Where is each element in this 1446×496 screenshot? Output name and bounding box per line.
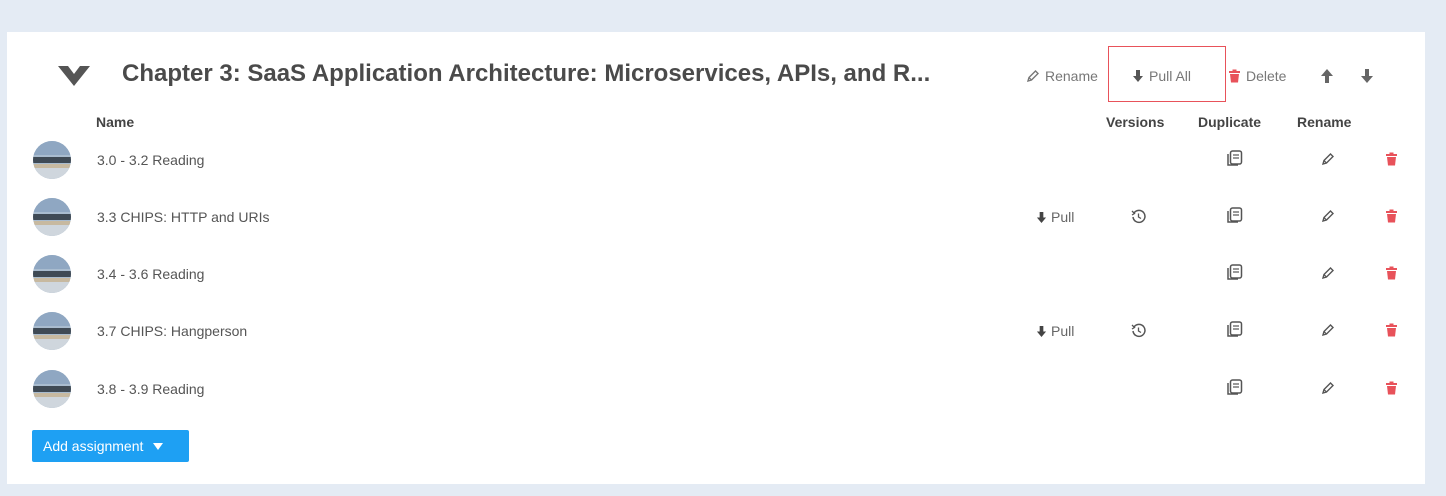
arrow-down-icon [1133,70,1143,82]
pull-button[interactable]: Pull [1036,323,1074,339]
assignment-name[interactable]: 3.4 - 3.6 Reading [97,266,204,282]
pull-all-label: Pull All [1149,68,1192,84]
assignment-row: 3.4 - 3.6 Reading [0,255,1446,299]
assignment-name[interactable]: 3.0 - 3.2 Reading [97,152,204,168]
add-assignment-button[interactable]: Add assignment [32,430,189,462]
trash-icon[interactable] [1385,381,1398,395]
arrow-down-icon[interactable] [1360,68,1374,84]
column-header-versions: Versions [1106,114,1165,130]
assignment-name[interactable]: 3.8 - 3.9 Reading [97,381,204,397]
assignment-name[interactable]: 3.3 CHIPS: HTTP and URIs [97,209,269,225]
pencil-icon[interactable] [1321,381,1335,395]
caret-down-icon [153,442,164,450]
trash-icon[interactable] [1385,209,1398,223]
trash-icon[interactable] [1385,266,1398,280]
pull-button[interactable]: Pull [1036,209,1074,225]
assignment-avatar [33,141,71,179]
pencil-icon[interactable] [1321,266,1335,280]
assignment-row: 3.0 - 3.2 Reading [0,141,1446,185]
arrow-down-icon [1036,211,1047,223]
assignment-avatar [33,198,71,236]
pencil-icon[interactable] [1321,209,1335,223]
pencil-icon[interactable] [1321,323,1335,337]
trash-icon [1229,69,1240,83]
assignment-avatar [33,255,71,293]
history-icon[interactable] [1131,323,1146,338]
copy-icon[interactable] [1227,207,1243,224]
assignment-row: 3.3 CHIPS: HTTP and URIs Pull [0,198,1446,242]
column-header-name: Name [96,114,135,130]
delete-chapter-label: Delete [1246,68,1287,84]
trash-icon[interactable] [1385,323,1398,337]
copy-icon[interactable] [1227,321,1243,338]
arrow-down-icon [1036,325,1047,337]
trash-icon[interactable] [1385,152,1398,166]
rename-chapter-label: Rename [1045,68,1098,84]
pencil-icon[interactable] [1321,152,1335,166]
copy-icon[interactable] [1227,264,1243,281]
history-icon[interactable] [1131,209,1146,224]
copy-icon[interactable] [1227,150,1243,167]
assignment-row: 3.8 - 3.9 Reading [0,370,1446,414]
assignment-avatar [33,312,71,350]
pull-label: Pull [1051,323,1075,339]
delete-chapter-button[interactable]: Delete [1228,68,1286,84]
pull-label: Pull [1051,209,1075,225]
arrow-up-icon[interactable] [1320,68,1334,84]
rename-chapter-button[interactable]: Rename [1026,68,1098,84]
chapter-title: Chapter 3: SaaS Application Architecture… [122,60,931,87]
pencil-icon [1026,70,1039,83]
assignment-avatar [33,370,71,408]
chevron-down-icon[interactable] [52,58,96,92]
assignment-row: 3.7 CHIPS: Hangperson Pull [0,312,1446,356]
copy-icon[interactable] [1227,379,1243,396]
column-header-rename: Rename [1297,114,1352,130]
column-header-duplicate: Duplicate [1198,114,1262,130]
pull-all-button[interactable]: Pull All [1132,68,1191,84]
add-assignment-label: Add assignment [43,438,144,454]
assignment-name[interactable]: 3.7 CHIPS: Hangperson [97,323,247,339]
